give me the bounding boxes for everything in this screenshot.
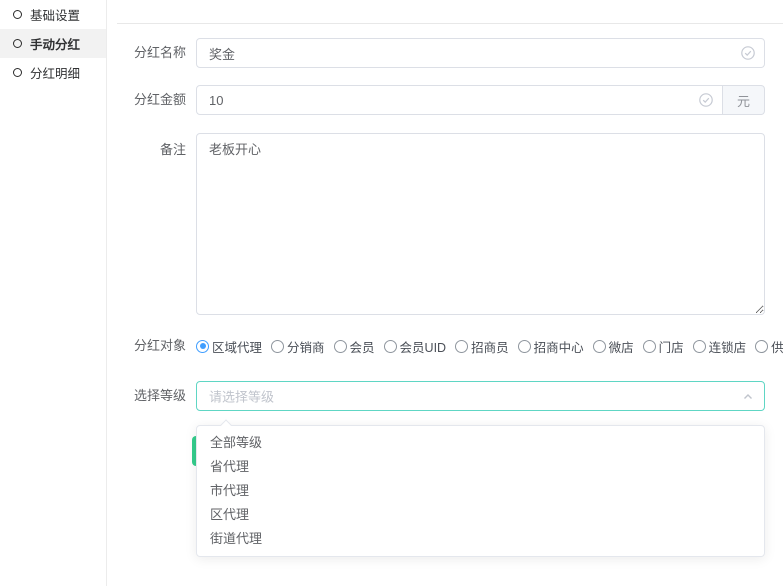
radio-连锁店[interactable]: 连锁店 — [693, 337, 747, 356]
dividend-amount-field: 元 — [196, 85, 765, 115]
dividend-target-row: 分红对象 区域代理 分销商 会员 会员UID 招商员 招商中心 微店 门店 连锁店 供应商 — [107, 336, 783, 356]
sidebar-item-基础设置[interactable]: 基础设置 — [0, 0, 106, 29]
remark-row: 备注 老板开心 — [107, 133, 783, 315]
radio-会员[interactable]: 会员 — [334, 337, 375, 356]
level-option-街道代理[interactable]: 街道代理 — [197, 527, 764, 551]
dividend-amount-row: 分红金额 元 — [107, 85, 783, 115]
circle-check-icon — [741, 46, 755, 60]
radio-招商中心[interactable]: 招商中心 — [518, 337, 584, 356]
dividend-target-label: 分红对象 — [107, 336, 186, 356]
radio-selected-icon — [196, 340, 209, 353]
level-option-全部等级[interactable]: 全部等级 — [197, 431, 764, 455]
dividend-amount-input[interactable] — [197, 86, 722, 114]
radio-label: 微店 — [609, 337, 634, 356]
circle-icon — [13, 10, 22, 19]
dividend-name-input[interactable] — [197, 39, 764, 67]
radio-label: 招商员 — [471, 337, 509, 356]
radio-供应商[interactable]: 供应商 — [755, 337, 783, 356]
radio-label: 会员 — [350, 337, 375, 356]
dividend-name-label: 分红名称 — [107, 38, 186, 68]
radio-icon — [693, 340, 706, 353]
radio-icon — [518, 340, 531, 353]
radio-icon — [643, 340, 656, 353]
level-dropdown: 全部等级省代理市代理区代理街道代理 — [196, 425, 765, 557]
radio-区域代理[interactable]: 区域代理 — [196, 337, 262, 356]
remark-label: 备注 — [107, 139, 186, 158]
radio-icon — [334, 340, 347, 353]
radio-label: 分销商 — [287, 337, 325, 356]
radio-label: 会员UID — [400, 337, 447, 356]
radio-门店[interactable]: 门店 — [643, 337, 684, 356]
radio-icon — [755, 340, 768, 353]
sidebar-item-分红明细[interactable]: 分红明细 — [0, 58, 106, 87]
level-select-placeholder: 请选择等级 — [209, 387, 274, 406]
level-label: 选择等级 — [107, 381, 186, 411]
remark-textarea[interactable]: 老板开心 — [196, 133, 765, 315]
level-option-市代理[interactable]: 市代理 — [197, 479, 764, 503]
radio-微店[interactable]: 微店 — [593, 337, 634, 356]
radio-会员UID[interactable]: 会员UID — [384, 337, 447, 356]
sidebar-item-label: 基础设置 — [30, 5, 80, 24]
level-row: 选择等级 请选择等级 — [107, 381, 783, 411]
level-select[interactable]: 请选择等级 — [196, 381, 765, 411]
chevron-up-icon — [742, 390, 754, 402]
radio-招商员[interactable]: 招商员 — [455, 337, 509, 356]
radio-label: 门店 — [659, 337, 684, 356]
sidebar-item-label: 手动分红 — [30, 34, 80, 53]
remark-field-wrap: 老板开心 — [196, 133, 765, 320]
level-option-区代理[interactable]: 区代理 — [197, 503, 764, 527]
main-panel: 分红名称 分红金额 元 备注 老板开心 分红对象 — [107, 0, 783, 586]
radio-label: 招商中心 — [534, 337, 584, 356]
radio-icon — [455, 340, 468, 353]
dividend-name-field — [196, 38, 765, 68]
circle-icon — [13, 39, 22, 48]
radio-label: 连锁店 — [709, 337, 747, 356]
level-option-省代理[interactable]: 省代理 — [197, 455, 764, 479]
dividend-name-row: 分红名称 — [107, 38, 783, 68]
dividend-amount-input-wrap — [196, 85, 723, 115]
circle-check-icon — [699, 93, 713, 107]
radio-label: 区域代理 — [212, 337, 262, 356]
radio-icon — [593, 340, 606, 353]
dropdown-arrow — [220, 419, 231, 430]
level-dropdown-list: 全部等级省代理市代理区代理街道代理 — [197, 431, 764, 551]
radio-label: 供应商 — [771, 337, 783, 356]
radio-icon — [271, 340, 284, 353]
circle-icon — [13, 68, 22, 77]
sidebar-item-手动分红[interactable]: 手动分红 — [0, 29, 106, 58]
sidebar-item-label: 分红明细 — [30, 63, 80, 82]
radio-分销商[interactable]: 分销商 — [271, 337, 325, 356]
dividend-amount-label: 分红金额 — [107, 85, 186, 115]
radio-icon — [384, 340, 397, 353]
sidebar: 基础设置手动分红分红明细 — [0, 0, 107, 586]
amount-unit-append: 元 — [723, 85, 765, 115]
dividend-target-group: 区域代理分销商会员会员UID招商员招商中心微店门店连锁店供应商 — [196, 336, 765, 356]
top-divider — [117, 23, 783, 24]
